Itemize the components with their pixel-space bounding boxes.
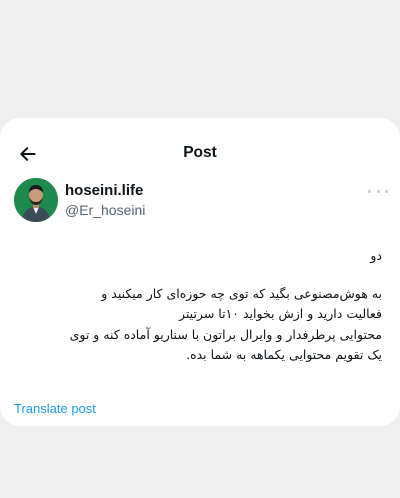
avatar-image: [14, 178, 58, 222]
post-line: به هوش‌مصنوعی بگید که توی چه حوزه‌ای کار…: [101, 285, 382, 301]
more-horizontal-icon: [368, 189, 371, 193]
more-options-button[interactable]: [368, 184, 388, 198]
post-line: فعالیت دارید و ازش بخواید ۱۰تا سرتیتر: [179, 306, 382, 321]
post-header: Post: [0, 118, 400, 188]
author-display-name[interactable]: hoseini.life: [65, 182, 143, 199]
post-line: محتوایی پرطرفدار و وایرال براتون با سنار…: [69, 326, 382, 342]
post-card: Post hoseini.life @Er_hoseini دو به هوش‌…: [0, 118, 400, 426]
author-handle[interactable]: @Er_hoseini: [65, 202, 145, 218]
avatar[interactable]: [14, 178, 58, 222]
translate-post-link[interactable]: Translate post: [14, 401, 96, 416]
page-title: Post: [183, 144, 217, 161]
post-line: یک تقویم محتوایی یکماهه به شما بده.: [186, 347, 382, 362]
post-line: دو: [370, 248, 382, 263]
post-text: دو به هوش‌مصنوعی بگید که توی چه حوزه‌ای …: [12, 246, 382, 366]
